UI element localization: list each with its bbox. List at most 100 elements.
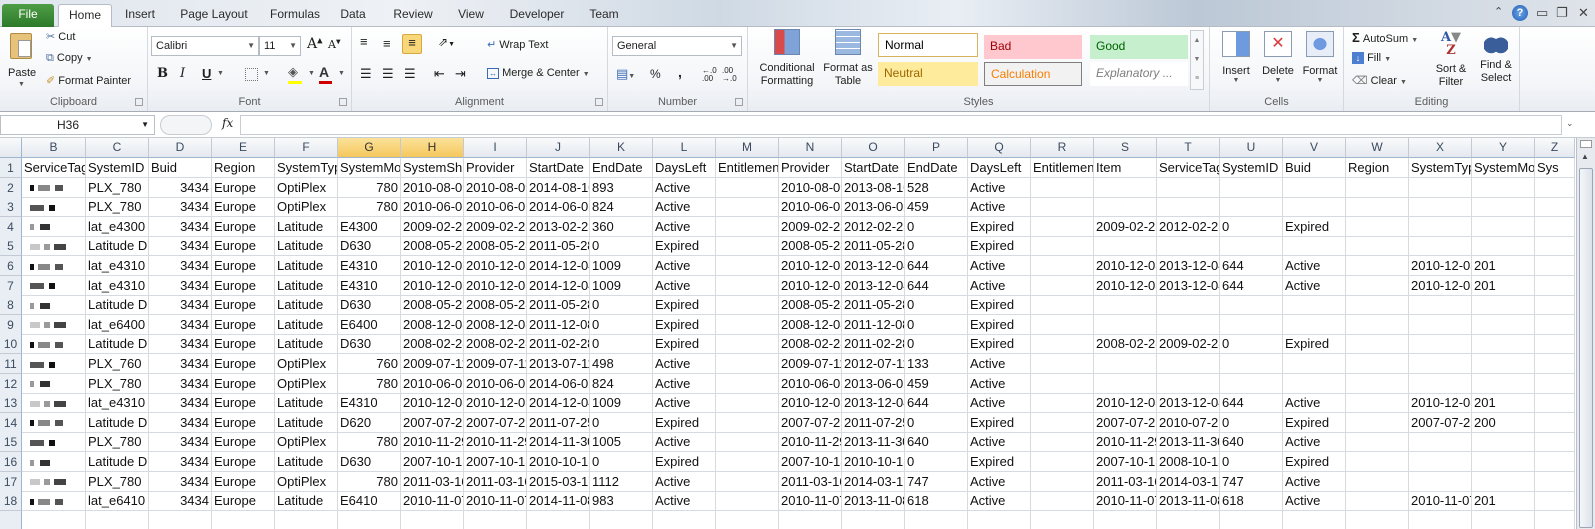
row-header[interactable]: 8 xyxy=(0,295,22,316)
align-top-button[interactable]: ≡ xyxy=(360,34,368,49)
cell-style-neutral[interactable]: Neutral xyxy=(878,62,978,86)
cell-o9[interactable]: 2011-12-08 xyxy=(842,314,905,335)
fill-button[interactable]: ↓ Fill ▼ xyxy=(1352,52,1391,64)
cell-p12[interactable]: 459 xyxy=(905,373,968,394)
cell-p3[interactable]: 459 xyxy=(905,197,968,218)
align-right-button[interactable]: ☰ xyxy=(404,66,416,82)
cell-b2[interactable] xyxy=(22,177,86,198)
cell-h3[interactable]: 2010-06-01T19:00:00- xyxy=(401,197,464,218)
underline-button[interactable]: U xyxy=(202,66,211,81)
cell-o5[interactable]: 2011-05-28 xyxy=(842,236,905,257)
cell-t9[interactable] xyxy=(1157,314,1220,335)
cell-s13[interactable]: 2010-12-03 xyxy=(1094,393,1157,414)
cell-j5[interactable]: 2011-05-28 xyxy=(527,236,590,257)
cell-t7[interactable]: 2013-12-04 xyxy=(1157,275,1220,296)
cell-o4[interactable]: 2012-02-23 xyxy=(842,216,905,237)
cell-i4[interactable]: 2009-02-23 xyxy=(464,216,527,237)
merge-center-button[interactable]: ↔ Merge & Center ▼ xyxy=(487,67,590,79)
cell-h7[interactable]: 2010-12-03T18:00:00- xyxy=(401,275,464,296)
cell-h13[interactable]: 2010-12-03T18:00:00- xyxy=(401,393,464,414)
cell-partial[interactable] xyxy=(779,510,842,529)
cell-g15[interactable]: 780 xyxy=(338,432,401,453)
column-header-s[interactable]: S xyxy=(1094,138,1157,158)
cell-p2[interactable]: 528 xyxy=(905,177,968,198)
close-window-icon[interactable]: ✕ xyxy=(1578,5,1589,21)
cell-p8[interactable]: 0 xyxy=(905,295,968,316)
align-left-button[interactable]: ☰ xyxy=(360,66,372,82)
cell-o3[interactable]: 2013-06-02 xyxy=(842,197,905,218)
cell-z6[interactable] xyxy=(1535,256,1575,276)
tab-home[interactable]: Home xyxy=(58,4,112,28)
copy-button[interactable]: ⧉ Copy ▼ xyxy=(46,52,93,65)
cell-l18[interactable]: Active xyxy=(653,491,716,512)
cell-s11[interactable] xyxy=(1094,354,1157,374)
cell-l14[interactable]: Expired xyxy=(653,412,716,433)
cell-i8[interactable]: 2008-05-28 xyxy=(464,295,527,316)
cell-partial[interactable] xyxy=(1409,510,1472,529)
column-header-p[interactable]: P xyxy=(905,138,968,158)
cell-u6[interactable]: 644 xyxy=(1220,256,1283,276)
cell-r9[interactable] xyxy=(1031,314,1094,335)
cell-w5[interactable] xyxy=(1346,236,1409,257)
cell-n1[interactable]: Provider xyxy=(779,158,842,178)
cell-c15[interactable]: PLX_780 xyxy=(86,432,149,453)
column-header-y[interactable]: Y xyxy=(1472,138,1535,158)
cell-q11[interactable]: Active xyxy=(968,354,1031,374)
cell-o6[interactable]: 2013-12-04 xyxy=(842,256,905,276)
cell-y18[interactable]: 201 xyxy=(1472,491,1535,512)
cell-w8[interactable] xyxy=(1346,295,1409,316)
tab-developer[interactable]: Developer xyxy=(505,4,569,27)
cell-c4[interactable]: lat_e4300 xyxy=(86,216,149,237)
cell-i5[interactable]: 2008-05-28 xyxy=(464,236,527,257)
cell-s7[interactable]: 2010-12-03 xyxy=(1094,275,1157,296)
cell-s3[interactable] xyxy=(1094,197,1157,218)
cell-l1[interactable]: DaysLeft xyxy=(653,158,716,178)
cell-m13[interactable] xyxy=(716,393,779,414)
cell-n13[interactable]: 2010-12-03 xyxy=(779,393,842,414)
cell-p4[interactable]: 0 xyxy=(905,216,968,237)
cell-w16[interactable] xyxy=(1346,452,1409,472)
orientation-button[interactable]: ⇗▼ xyxy=(438,35,455,49)
column-header-f[interactable]: F xyxy=(275,138,338,158)
cell-g11[interactable]: 760 xyxy=(338,354,401,374)
cell-u8[interactable] xyxy=(1220,295,1283,316)
cell-u12[interactable] xyxy=(1220,373,1283,394)
cell-e4[interactable]: Europe xyxy=(212,216,275,237)
cell-c1[interactable]: SystemID xyxy=(86,158,149,178)
cell-h14[interactable]: 2007-07-25T19:00:00- xyxy=(401,412,464,433)
cell-y11[interactable] xyxy=(1472,354,1535,374)
cell-k5[interactable]: 0 xyxy=(590,236,653,257)
cell-y17[interactable] xyxy=(1472,471,1535,492)
align-center-button[interactable]: ☰ xyxy=(382,66,394,82)
cell-n11[interactable]: 2009-07-11 xyxy=(779,354,842,374)
cell-u2[interactable] xyxy=(1220,177,1283,198)
cell-u15[interactable]: 640 xyxy=(1220,432,1283,453)
cell-v15[interactable]: Active xyxy=(1283,432,1346,453)
cell-q17[interactable]: Active xyxy=(968,471,1031,492)
row-header[interactable]: 18 xyxy=(0,491,22,512)
cell-k3[interactable]: 824 xyxy=(590,197,653,218)
cell-r6[interactable] xyxy=(1031,256,1094,276)
cell-c5[interactable]: Latitude D xyxy=(86,236,149,257)
cell-y15[interactable] xyxy=(1472,432,1535,453)
cell-v13[interactable]: Active xyxy=(1283,393,1346,414)
cell-i9[interactable]: 2008-12-08 xyxy=(464,314,527,335)
cell-u14[interactable]: 0 xyxy=(1220,412,1283,433)
cell-v9[interactable] xyxy=(1283,314,1346,335)
cell-k11[interactable]: 498 xyxy=(590,354,653,374)
cell-z15[interactable] xyxy=(1535,432,1575,453)
cell-s15[interactable]: 2010-11-29 xyxy=(1094,432,1157,453)
cell-partial[interactable] xyxy=(22,510,86,529)
minimize-ribbon-icon[interactable]: ⌃ xyxy=(1494,5,1503,18)
cell-style-calculation[interactable]: Calculation xyxy=(984,62,1082,86)
cell-i10[interactable]: 2008-02-28 xyxy=(464,334,527,355)
paste-button[interactable]: Paste ▼ xyxy=(6,31,38,91)
cell-t6[interactable]: 2013-12-04 xyxy=(1157,256,1220,276)
cell-h8[interactable]: 2008-05-28T19:00:00- xyxy=(401,295,464,316)
cell-h11[interactable]: 2009-07-11T19:00:00- xyxy=(401,354,464,374)
cell-j8[interactable]: 2011-05-28 xyxy=(527,295,590,316)
cell-n4[interactable]: 2009-02-23 xyxy=(779,216,842,237)
cell-m15[interactable] xyxy=(716,432,779,453)
cell-style-explanatory[interactable]: Explanatory ... xyxy=(1090,62,1188,86)
cell-f18[interactable]: Latitude xyxy=(275,491,338,512)
